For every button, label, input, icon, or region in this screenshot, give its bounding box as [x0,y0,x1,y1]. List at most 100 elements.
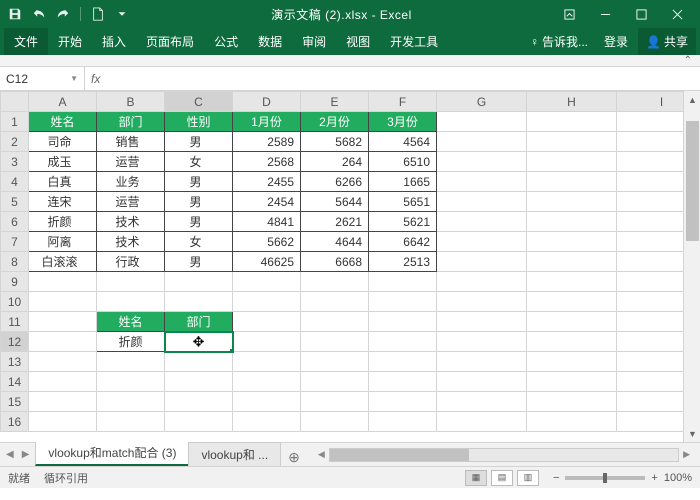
cell[interactable] [527,372,617,392]
tab-developer[interactable]: 开发工具 [380,28,448,55]
row-header[interactable]: 11 [1,312,29,332]
cell[interactable]: 4841 [233,212,301,232]
cell[interactable]: 5651 [369,192,437,212]
cell[interactable]: 姓名 [29,112,97,132]
cell[interactable] [97,272,165,292]
cell[interactable] [437,232,527,252]
cell[interactable]: 行政 [97,252,165,272]
cell[interactable] [369,372,437,392]
cell[interactable] [29,412,97,432]
new-sheet-icon[interactable]: ⊕ [280,449,308,466]
cell[interactable]: 阿离 [29,232,97,252]
select-all-corner[interactable] [1,92,29,112]
redo-icon[interactable] [54,5,72,23]
cell[interactable]: 部门 [165,312,233,332]
undo-icon[interactable] [30,5,48,23]
cell[interactable]: 1月份 [233,112,301,132]
cell[interactable] [527,392,617,412]
cell[interactable] [301,272,369,292]
cell[interactable] [437,112,527,132]
cell[interactable] [527,212,617,232]
row-header[interactable]: 5 [1,192,29,212]
row-header[interactable]: 7 [1,232,29,252]
cell[interactable]: 2589 [233,132,301,152]
cell[interactable]: 男 [165,252,233,272]
normal-view-icon[interactable]: ▦ [465,470,487,486]
cell[interactable]: 男 [165,132,233,152]
cell[interactable]: 成玉 [29,152,97,172]
cell[interactable]: 男 [165,172,233,192]
cell[interactable]: 部门 [97,112,165,132]
row-header[interactable]: 2 [1,132,29,152]
cell[interactable] [29,292,97,312]
cell[interactable]: 男 [165,192,233,212]
cell[interactable] [437,212,527,232]
cell[interactable]: 技术 [97,212,165,232]
qat-dropdown-icon[interactable] [113,5,131,23]
cell[interactable] [233,392,301,412]
cell[interactable] [97,392,165,412]
cell[interactable]: 运营 [97,152,165,172]
cell[interactable] [301,352,369,372]
next-sheet-icon[interactable]: ▶ [22,449,30,460]
cell[interactable] [29,392,97,412]
cell[interactable] [437,332,527,352]
cell[interactable] [29,332,97,352]
name-box[interactable]: C12▼ [0,67,85,90]
cell[interactable] [29,352,97,372]
cell[interactable]: 4644 [301,232,369,252]
cell[interactable]: 姓名 [97,312,165,332]
scroll-left-icon[interactable]: ◀ [318,449,325,460]
cell[interactable] [437,312,527,332]
cell[interactable] [165,352,233,372]
prev-sheet-icon[interactable]: ◀ [6,449,14,460]
row-header[interactable]: 14 [1,372,29,392]
cell[interactable] [369,272,437,292]
cell[interactable]: 男 [165,212,233,232]
cell[interactable] [437,192,527,212]
row-header[interactable]: 8 [1,252,29,272]
close-icon[interactable] [660,0,694,28]
cell[interactable] [301,292,369,312]
chevron-up-icon[interactable]: ⌃ [684,55,692,66]
scroll-right-icon[interactable]: ▶ [683,449,690,460]
cell[interactable] [165,272,233,292]
zoom-slider[interactable] [565,476,645,480]
cell[interactable]: 264 [301,152,369,172]
row-header[interactable]: 9 [1,272,29,292]
cell[interactable]: 2455 [233,172,301,192]
cell[interactable]: 5682 [301,132,369,152]
cell[interactable] [165,392,233,412]
cell[interactable]: 6510 [369,152,437,172]
cell[interactable] [527,232,617,252]
column-header[interactable]: C [165,92,233,112]
save-icon[interactable] [6,5,24,23]
cell[interactable] [301,332,369,352]
cell[interactable]: 运营 [97,192,165,212]
page-break-view-icon[interactable]: ▥ [517,470,539,486]
cell[interactable]: 2621 [301,212,369,232]
cell[interactable] [527,312,617,332]
cell[interactable] [437,392,527,412]
cell[interactable]: 折颜 [97,332,165,352]
column-header[interactable]: F [369,92,437,112]
chevron-down-icon[interactable]: ▼ [70,74,78,83]
share-button[interactable]: 👤共享 [638,28,696,55]
tab-formulas[interactable]: 公式 [204,28,248,55]
cell[interactable] [527,192,617,212]
cell[interactable] [165,292,233,312]
cell[interactable]: 连宋 [29,192,97,212]
tab-file[interactable]: 文件 [4,28,48,55]
cell[interactable] [233,352,301,372]
cell[interactable]: 白滚滚 [29,252,97,272]
tab-home[interactable]: 开始 [48,28,92,55]
cell[interactable]: 2454 [233,192,301,212]
cell[interactable] [233,372,301,392]
cell[interactable] [437,412,527,432]
cell[interactable] [233,312,301,332]
cell[interactable]: 6642 [369,232,437,252]
tab-insert[interactable]: 插入 [92,28,136,55]
cell[interactable]: 3月份 [369,112,437,132]
row-header[interactable]: 6 [1,212,29,232]
sheet-tab-active[interactable]: vlookup和match配合 (3) [35,440,189,466]
